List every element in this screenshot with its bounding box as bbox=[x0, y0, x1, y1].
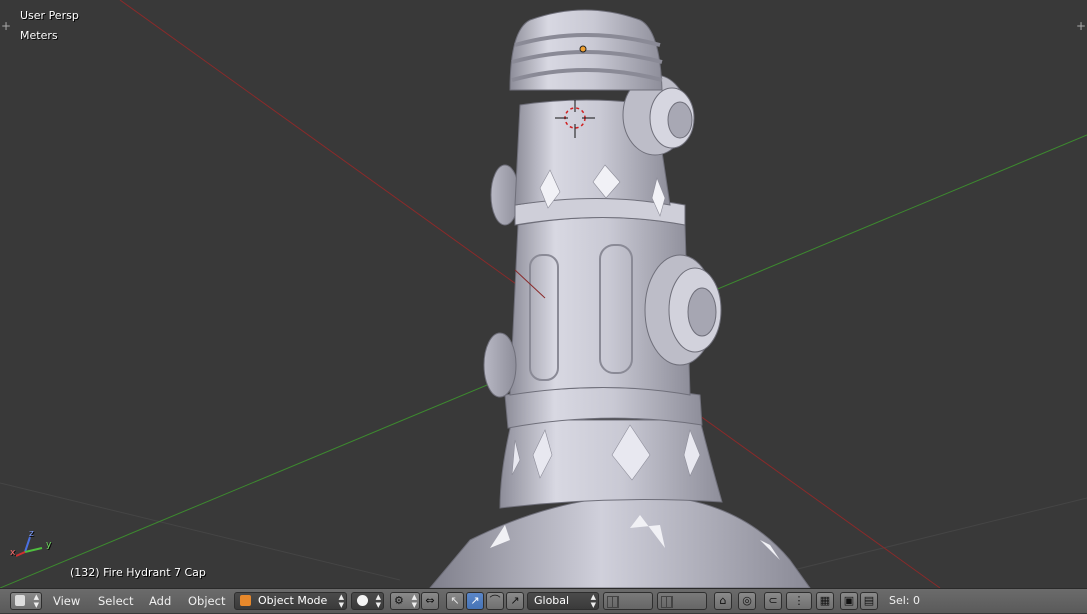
pivot-point-select[interactable]: ⚙ ▲ ▼ bbox=[390, 592, 420, 610]
pivot-icon: ⚙ bbox=[394, 594, 404, 607]
lock-icon: ⌂ bbox=[719, 594, 727, 607]
magnet-icon: ⊂ bbox=[768, 594, 778, 607]
chevron-updown-icon: ▲ ▼ bbox=[375, 593, 381, 609]
gizmo-z-label: z bbox=[29, 529, 34, 539]
align-icon: ⇔ bbox=[425, 594, 435, 607]
view-name-label: User Persp bbox=[20, 9, 79, 22]
selection-count: Sel: 0 bbox=[889, 594, 921, 607]
translate-manipulator[interactable]: ↗ bbox=[466, 592, 484, 610]
menu-view[interactable]: View bbox=[53, 589, 80, 614]
chevron-updown-icon: ▲ ▼ bbox=[411, 593, 417, 609]
render-opengl-button[interactable]: ▣ bbox=[840, 592, 858, 610]
manipulator-icon: ↖ bbox=[450, 594, 460, 607]
lock-layers-button[interactable]: ⌂ bbox=[714, 592, 732, 610]
manipulator-toggle[interactable]: ↖ bbox=[446, 592, 464, 610]
rotate-manipulator[interactable]: ⌒ bbox=[486, 592, 504, 610]
viewport-shading-select[interactable]: ▲ ▼ bbox=[351, 592, 384, 610]
snap-element-select[interactable]: ⋮ bbox=[786, 592, 812, 610]
gizmo-x-label: x bbox=[10, 548, 16, 558]
render-icon: ▣ bbox=[843, 594, 855, 607]
chevron-updown-icon: ▲ ▼ bbox=[590, 593, 596, 609]
clapper-icon: ▤ bbox=[863, 594, 875, 607]
proportional-icon: ◎ bbox=[742, 594, 752, 607]
gizmo-y-label: y bbox=[46, 540, 52, 550]
left-nozzle bbox=[483, 164, 520, 398]
chevron-updown-icon: ▲ ▼ bbox=[33, 593, 39, 609]
menu-add[interactable]: Add bbox=[149, 589, 171, 614]
snap-target-icon: ▦ bbox=[819, 594, 831, 607]
render-animation-button[interactable]: ▤ bbox=[860, 592, 878, 610]
right-nozzle bbox=[644, 254, 722, 366]
editor-type-cube-icon bbox=[15, 595, 25, 606]
shading-solid-icon bbox=[357, 595, 368, 606]
top-cap bbox=[509, 9, 663, 91]
mode-select[interactable]: Object Mode ▲ ▼ bbox=[234, 592, 347, 610]
snap-align-button[interactable]: ⇔ bbox=[421, 592, 439, 610]
orientation-select-value: Global bbox=[534, 594, 570, 607]
scale-icon: ↗ bbox=[510, 594, 520, 607]
snap-target-button[interactable]: ▦ bbox=[816, 592, 834, 610]
object-mode-icon bbox=[240, 595, 251, 606]
chevron-updown-icon: ▲ ▼ bbox=[338, 593, 344, 609]
hydrant-base bbox=[429, 494, 811, 588]
region-expand-left-icon[interactable]: + bbox=[0, 20, 12, 32]
axis-gizmo-icon bbox=[15, 536, 43, 557]
rotate-icon: ⌒ bbox=[489, 594, 501, 607]
region-expand-right-icon[interactable]: + bbox=[1075, 20, 1087, 32]
proportional-edit-button[interactable]: ◎ bbox=[738, 592, 756, 610]
menu-object[interactable]: Object bbox=[188, 589, 225, 614]
viewport-scene bbox=[0, 0, 1087, 588]
layers-grid-left[interactable] bbox=[603, 592, 653, 610]
menu-select[interactable]: Select bbox=[98, 589, 133, 614]
mode-select-value: Object Mode bbox=[258, 594, 328, 607]
scale-manipulator[interactable]: ↗ bbox=[506, 592, 524, 610]
snap-toggle-button[interactable]: ⊂ bbox=[764, 592, 782, 610]
translate-icon: ↗ bbox=[470, 594, 480, 607]
snap-icon: ⋮ bbox=[793, 594, 805, 607]
active-object-label: (132) Fire Hydrant 7 Cap bbox=[70, 566, 206, 579]
orientation-select[interactable]: Global ▲ ▼ bbox=[527, 592, 599, 610]
editor-type-button[interactable]: ▲ ▼ bbox=[10, 592, 42, 610]
layers-grid-right[interactable] bbox=[657, 592, 707, 610]
viewport-header: ▲ ▼ View Select Add Object Object Mode ▲ ▼… bbox=[0, 588, 1087, 613]
3d-viewport[interactable]: User Persp Meters + + z y x (132) Fire H… bbox=[0, 0, 1087, 588]
units-label: Meters bbox=[20, 29, 58, 42]
